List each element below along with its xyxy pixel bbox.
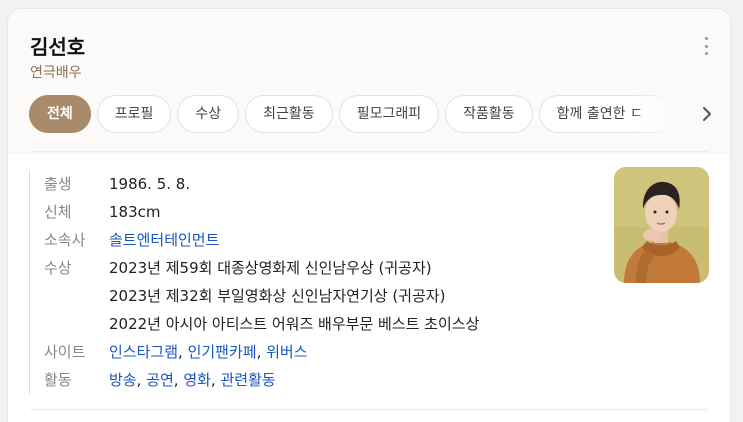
info-label: 출생 (44, 175, 72, 193)
info-row-awards: 수상 2023년 제59회 대종상영화제 신인남우상 (귀공자) 2023년 제… (44, 254, 589, 338)
activity-link-film[interactable]: 영화 (183, 371, 211, 389)
info-row-sites: 사이트 인스타그램, 인기팬카페, 위버스 (44, 338, 589, 366)
info-label: 사이트 (44, 343, 86, 361)
profile-card: 김선호 연극배우 전체 프로필 수상 최근활동 필모그래피 작품활동 함께 출연… (7, 8, 731, 422)
activity-link-broadcast[interactable]: 방송 (109, 371, 137, 389)
info-row-agency: 소속사 솔트엔터테인먼트 (44, 226, 589, 254)
profile-occupation: 연극배우 (30, 65, 82, 81)
site-link-instagram[interactable]: 인스타그램 (109, 343, 178, 361)
tab-filmography[interactable]: 필모그래피 (338, 95, 440, 133)
divider (30, 151, 708, 152)
activity-link-performance[interactable]: 공연 (146, 371, 174, 389)
tab-awards[interactable]: 수상 (177, 95, 240, 133)
height-value: 183cm (109, 203, 161, 221)
divider (30, 409, 708, 410)
more-options-icon[interactable] (700, 37, 712, 55)
birth-date: 1986. 5. 8. (109, 175, 191, 193)
activity-link-related[interactable]: 관련활동 (220, 371, 275, 389)
tab-all[interactable]: 전체 (29, 95, 91, 133)
award-item: 2022년 아시아 아티스트 어워즈 배우부문 베스트 초이스상 (109, 315, 480, 333)
info-row-activities: 활동 방송, 공연, 영화, 관련활동 (44, 366, 589, 394)
profile-name[interactable]: 김선호 (30, 31, 85, 60)
profile-photo[interactable] (614, 167, 709, 283)
tab-recent-activity[interactable]: 최근활동 (245, 95, 333, 133)
agency-link[interactable]: 솔트엔터테인먼트 (109, 226, 219, 254)
site-link-fancafe[interactable]: 인기팬카페 (188, 343, 257, 361)
info-label: 활동 (44, 371, 72, 389)
tab-profile[interactable]: 프로필 (96, 95, 172, 133)
site-link-weverse[interactable]: 위버스 (266, 343, 307, 361)
award-item: 2023년 제59회 대종상영화제 신인남우상 (귀공자) (109, 259, 432, 277)
chevron-right-icon[interactable] (698, 105, 716, 123)
award-item: 2023년 제32회 부일영화상 신인남자연기상 (귀공자) (109, 287, 446, 305)
tab-scroll-fade (633, 95, 693, 133)
tab-works[interactable]: 작품활동 (445, 95, 533, 133)
info-label: 소속사 (44, 231, 86, 249)
profile-info: 출생 1986. 5. 8. 신체 183cm 소속사 솔트엔터테인먼트 수상 … (29, 170, 589, 394)
info-row-birth: 출생 1986. 5. 8. (44, 170, 589, 198)
info-row-height: 신체 183cm (44, 198, 589, 226)
info-label: 신체 (44, 203, 72, 221)
info-label: 수상 (44, 259, 72, 277)
tab-bar: 전체 프로필 수상 최근활동 필모그래피 작품활동 함께 출연한 ㄷ (29, 95, 692, 133)
